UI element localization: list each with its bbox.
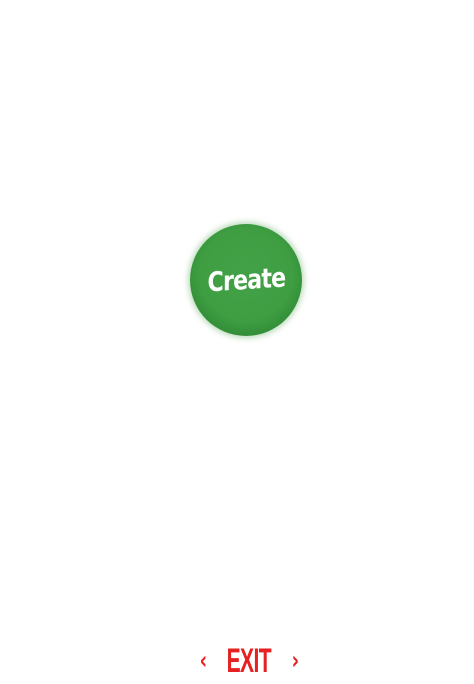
screen: Create ‹ EXIT › (0, 0, 474, 684)
create-button-label: Create (207, 262, 285, 298)
exit-button[interactable]: ‹ EXIT › (199, 642, 299, 680)
create-button[interactable]: Create (190, 224, 302, 336)
chevron-right-icon: › (291, 646, 299, 676)
chevron-left-icon: ‹ (199, 646, 207, 676)
exit-label: EXIT (226, 642, 272, 680)
